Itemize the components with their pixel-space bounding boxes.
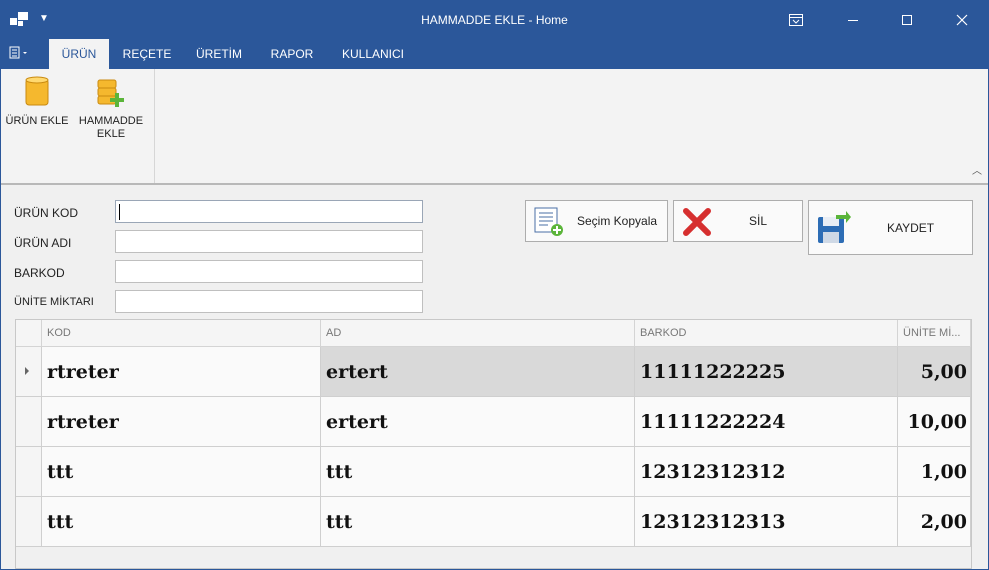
unite-miktari-input[interactable] — [115, 290, 423, 313]
ribbon-panel: ÜRÜN EKLE HAMMADDE EKLE ︿ — [1, 69, 988, 184]
ribbon-divider — [1, 183, 988, 185]
cell-ad[interactable]: ertert — [321, 347, 635, 397]
urun-kod-label: ÜRÜN KOD — [14, 206, 79, 220]
column-header-unite-miktari[interactable]: ÜNİTE Mİ... — [898, 320, 971, 347]
minimize-button[interactable] — [830, 1, 876, 39]
application-menu-button[interactable] — [9, 45, 37, 63]
ribbon-tab-bar: ÜRÜN REÇETE ÜRETİM RAPOR KULLANICI — [1, 39, 988, 70]
urun-kod-input[interactable] — [115, 200, 423, 223]
close-button[interactable] — [939, 1, 985, 39]
tab-uretim[interactable]: ÜRETİM — [187, 39, 251, 69]
application-window: ▼ HAMMADDE EKLE - Home ÜRÜN REÇETE ÜRETİ… — [0, 0, 989, 570]
application-menu-icon — [9, 46, 27, 59]
cell-unite-miktari[interactable]: 1,00 — [898, 447, 971, 497]
row-indicator[interactable] — [16, 397, 42, 447]
barkod-input[interactable] — [115, 260, 423, 283]
kaydet-button[interactable]: KAYDET — [808, 200, 973, 255]
hammadde-ekle-button[interactable]: HAMMADDE EKLE — [75, 75, 147, 141]
table-row[interactable]: ttt ttt 12312312312 1,00 — [16, 447, 971, 497]
ribbon-group-separator — [154, 69, 155, 183]
tab-recete[interactable]: REÇETE — [115, 39, 179, 69]
data-grid: KOD AD BARKOD ÜNİTE Mİ... rtreter ertert… — [15, 319, 972, 569]
minimize-icon — [848, 20, 858, 21]
unite-miktari-label: ÜNİTE MİKTARI — [14, 296, 94, 308]
cell-ad[interactable]: ttt — [321, 497, 635, 547]
column-header-barkod[interactable]: BARKOD — [635, 320, 898, 347]
table-row[interactable]: ttt ttt 12312312313 2,00 — [16, 497, 971, 547]
cell-unite-miktari[interactable]: 5,00 — [898, 347, 971, 397]
ribbon-display-icon — [789, 14, 803, 26]
row-indicator[interactable] — [16, 447, 42, 497]
copy-selection-icon — [534, 207, 563, 236]
title-bar: ▼ HAMMADDE EKLE - Home — [1, 1, 988, 39]
cell-unite-miktari[interactable]: 10,00 — [898, 397, 971, 447]
cell-kod[interactable]: rtreter — [42, 397, 321, 447]
cell-kod[interactable]: ttt — [42, 497, 321, 547]
kaydet-label: KAYDET — [887, 220, 935, 235]
close-icon — [956, 14, 968, 26]
cell-ad[interactable]: ertert — [321, 397, 635, 447]
tab-rapor[interactable]: RAPOR — [261, 39, 323, 69]
ribbon-display-options-button[interactable] — [773, 1, 819, 39]
secim-kopyala-label: Seçim Kopyala — [577, 214, 658, 228]
save-icon — [818, 211, 851, 243]
cell-unite-miktari[interactable]: 2,00 — [898, 497, 971, 547]
table-row[interactable]: rtreter ertert 11111222224 10,00 — [16, 397, 971, 447]
cell-barkod[interactable]: 11111222225 — [635, 347, 898, 397]
row-pointer-icon — [25, 367, 29, 375]
row-indicator[interactable] — [16, 347, 42, 397]
text-cursor — [119, 204, 120, 220]
cell-kod[interactable]: ttt — [42, 447, 321, 497]
hammadde-ekle-label: HAMMADDE EKLE — [78, 115, 144, 140]
cell-kod[interactable]: rtreter — [42, 347, 321, 397]
collapse-ribbon-icon[interactable]: ︿ — [972, 162, 982, 177]
maximize-button[interactable] — [884, 1, 930, 39]
database-add-icon — [97, 79, 124, 107]
urun-adi-input[interactable] — [115, 230, 423, 253]
tab-urun[interactable]: ÜRÜN — [49, 39, 109, 70]
database-icon — [25, 76, 49, 106]
maximize-icon — [902, 15, 912, 25]
grid-indicator-header — [16, 320, 42, 347]
urun-ekle-button[interactable]: ÜRÜN EKLE — [4, 75, 70, 128]
cell-barkod[interactable]: 11111222224 — [635, 397, 898, 447]
table-row[interactable]: rtreter ertert 11111222225 5,00 — [16, 347, 971, 397]
sil-button[interactable]: SİL — [673, 200, 803, 242]
tab-kullanici[interactable]: KULLANICI — [333, 39, 413, 69]
cell-ad[interactable]: ttt — [321, 447, 635, 497]
row-indicator[interactable] — [16, 497, 42, 547]
cell-barkod[interactable]: 12312312312 — [635, 447, 898, 497]
column-header-ad[interactable]: AD — [321, 320, 635, 347]
urun-ekle-label: ÜRÜN EKLE — [5, 115, 69, 127]
barkod-label: BARKOD — [14, 266, 65, 280]
column-header-kod[interactable]: KOD — [42, 320, 321, 347]
secim-kopyala-button[interactable]: Seçim Kopyala — [525, 200, 668, 242]
urun-adi-label: ÜRÜN ADI — [14, 236, 72, 250]
cell-barkod[interactable]: 12312312313 — [635, 497, 898, 547]
